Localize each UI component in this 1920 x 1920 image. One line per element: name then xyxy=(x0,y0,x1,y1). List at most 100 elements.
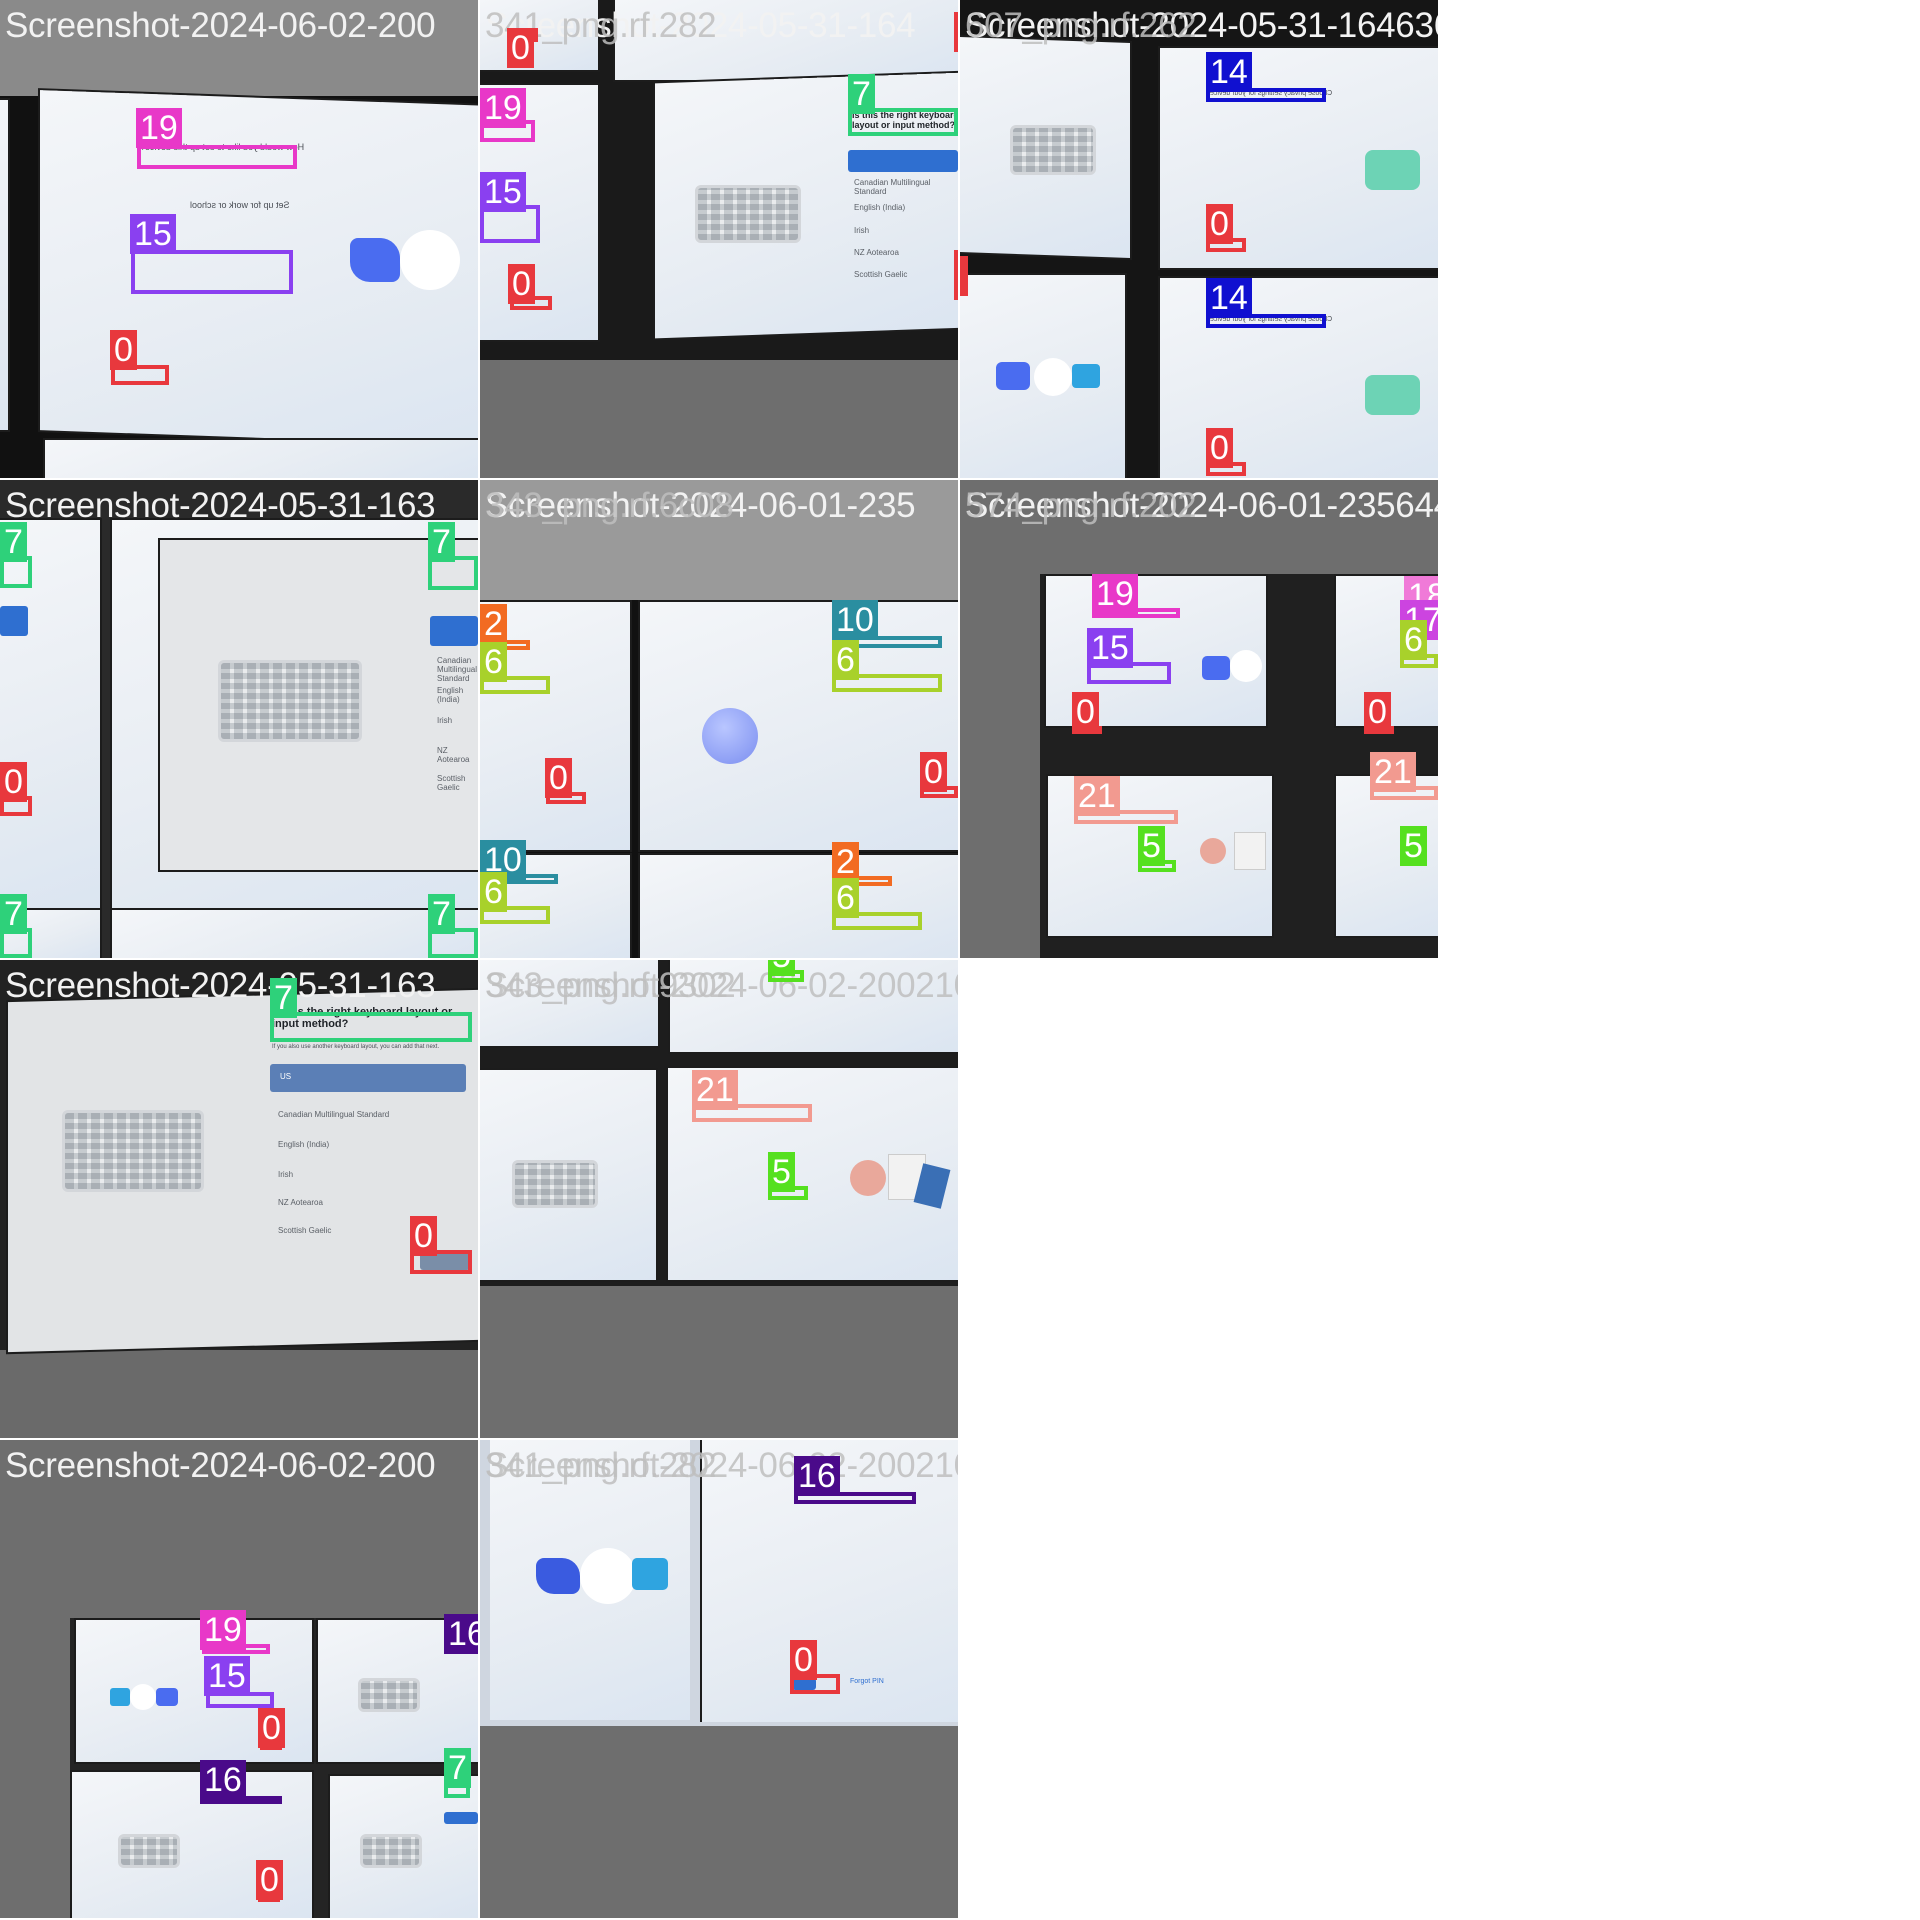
label-5: 5 xyxy=(1138,826,1165,866)
label-0: 0 xyxy=(110,330,137,370)
selected-option-us[interactable] xyxy=(270,1064,466,1092)
label-7d: 7 xyxy=(428,894,455,934)
app-switch-icon xyxy=(350,238,400,282)
label-5: 5 xyxy=(768,1152,795,1192)
option-4[interactable]: NZ Aotearoa xyxy=(437,746,478,764)
option-4[interactable]: NZ Aotearoa xyxy=(854,248,899,257)
bbox-19 xyxy=(137,145,297,169)
option-1[interactable]: Canadian Multilingual Standard xyxy=(278,1110,389,1119)
tile-title: Screenshot-2024-05-31-163 xyxy=(5,486,436,525)
tile-1: How would you like to set up this device… xyxy=(0,0,478,478)
option-2[interactable]: English (India) xyxy=(437,686,478,704)
keyboard-hint: If you also use another keyboard layout,… xyxy=(272,1044,440,1050)
selected-option-us[interactable] xyxy=(430,616,478,646)
label-7: 7 xyxy=(0,522,27,562)
label-6: 6 xyxy=(480,642,507,682)
label-21: 21 xyxy=(692,1070,738,1110)
label-0b: 0 xyxy=(920,752,947,792)
mail-icon xyxy=(110,1688,130,1706)
label-15: 15 xyxy=(480,172,526,212)
label-7: 7 xyxy=(270,978,297,1018)
option-1[interactable]: Canadian Multilingual Standard xyxy=(437,656,478,683)
tile-4: Canadian Multilingual Standard English (… xyxy=(0,480,478,958)
label-0b: 0 xyxy=(1206,428,1233,468)
label-15: 15 xyxy=(130,214,176,254)
label-0: 0 xyxy=(1206,204,1233,244)
bleed-title-2: 607_png.rf.262 xyxy=(965,6,1197,45)
equals-icon xyxy=(400,230,460,290)
document-icon xyxy=(1234,832,1266,870)
app-switch-icon xyxy=(536,1558,580,1594)
option-1[interactable]: Canadian Multilingual Standard xyxy=(854,178,958,196)
label-5b: 5 xyxy=(1400,826,1427,866)
bleed-title-4: 574_png.rf.202 xyxy=(965,486,1197,525)
label-16b: 16 xyxy=(200,1760,246,1800)
label-16: 16 xyxy=(794,1456,840,1496)
mail-icon xyxy=(632,1558,668,1590)
label-0: 0 xyxy=(790,1640,817,1680)
label-2b: 2 xyxy=(832,842,859,882)
option-5[interactable]: Scottish Gaelic xyxy=(278,1226,331,1235)
label-6: 6 xyxy=(1400,620,1427,660)
label-19: 19 xyxy=(1092,574,1138,614)
bleed-title-3: 343_png.rf.6c08 xyxy=(485,486,734,525)
label-0: 0 xyxy=(258,1708,285,1748)
label-15: 15 xyxy=(204,1656,250,1696)
label-15: 15 xyxy=(1087,628,1133,668)
option-us-text: US xyxy=(280,1072,292,1081)
tile-title: Screenshot-2024-05-31-163 xyxy=(5,966,436,1005)
tile-2: Is this the right keyboard layout or inp… xyxy=(480,0,958,478)
app-switch-icon xyxy=(1202,656,1230,680)
label-5-top: 5 xyxy=(768,960,795,976)
label-10: 10 xyxy=(832,600,878,640)
label-0: 0 xyxy=(545,758,572,798)
label-7c: 7 xyxy=(0,894,27,934)
pie-chart-icon xyxy=(1200,838,1226,864)
keyboard-illustration xyxy=(695,185,801,243)
option-3[interactable]: Irish xyxy=(854,226,869,235)
option-4[interactable]: NZ Aotearoa xyxy=(278,1198,323,1207)
label-19: 19 xyxy=(200,1610,246,1650)
tile-3: Choose privacy settings for your device … xyxy=(960,0,1438,478)
label-19: 19 xyxy=(480,88,526,128)
label-0b: 0 xyxy=(508,264,535,304)
chat-icon-2 xyxy=(1365,375,1420,415)
option-5[interactable]: Scottish Gaelic xyxy=(437,774,478,792)
label-2: 2 xyxy=(480,604,507,644)
equals-icon xyxy=(1230,650,1262,682)
label-0b: 0 xyxy=(1364,692,1391,732)
label-0: 0 xyxy=(507,28,534,68)
bleed-title-6: 341_png.rf.282 xyxy=(485,1446,717,1485)
selected-option-us[interactable] xyxy=(848,150,958,172)
pie-chart-icon xyxy=(850,1160,886,1196)
tile-9: 19 15 0 16 16 7 0 Screenshot-2024-06-02-… xyxy=(0,1440,478,1918)
app-switch-icon xyxy=(156,1688,178,1706)
forgot-link[interactable]: Forgot PIN xyxy=(850,1678,884,1685)
tile-7: Is this the right keyboard layout or inp… xyxy=(0,960,478,1438)
option-2[interactable]: English (India) xyxy=(278,1140,329,1149)
tile-8: 21 5 5 Screenshot-2024-06-02-2002101_png… xyxy=(480,960,958,1438)
option-5[interactable]: Scottish Gaelic xyxy=(854,270,907,279)
label-14b: 14 xyxy=(1206,278,1252,318)
equals-icon xyxy=(580,1548,636,1604)
label-7: 7 xyxy=(848,74,875,114)
bleed-title-5: 343_png.rf.9302 xyxy=(485,966,736,1005)
label-21: 21 xyxy=(1074,776,1120,816)
app-switch-icon xyxy=(996,362,1030,390)
option-3[interactable]: Irish xyxy=(437,716,452,725)
label-21b: 21 xyxy=(1370,752,1416,792)
label-19: 19 xyxy=(136,108,182,148)
tile-title: Screenshot-2024-06-02-200 xyxy=(5,1446,436,1485)
chat-icon xyxy=(1365,150,1420,190)
tile-10: Forgot PIN 16 0 Screenshot-2024-06-02-20… xyxy=(480,1440,958,1918)
avatar-icon xyxy=(702,708,758,764)
label-0b: 0 xyxy=(256,1860,283,1900)
label-16: 16 xyxy=(444,1614,478,1654)
label-0: 0 xyxy=(410,1216,437,1256)
option-2[interactable]: English (India) xyxy=(854,203,905,212)
label-0: 0 xyxy=(1072,692,1099,732)
label-7b: 7 xyxy=(428,522,455,562)
tile-title: Screenshot-2024-06-02-200 xyxy=(5,6,436,45)
mirrored-line: Set up for work or school xyxy=(190,200,290,210)
option-3[interactable]: Irish xyxy=(278,1170,293,1179)
